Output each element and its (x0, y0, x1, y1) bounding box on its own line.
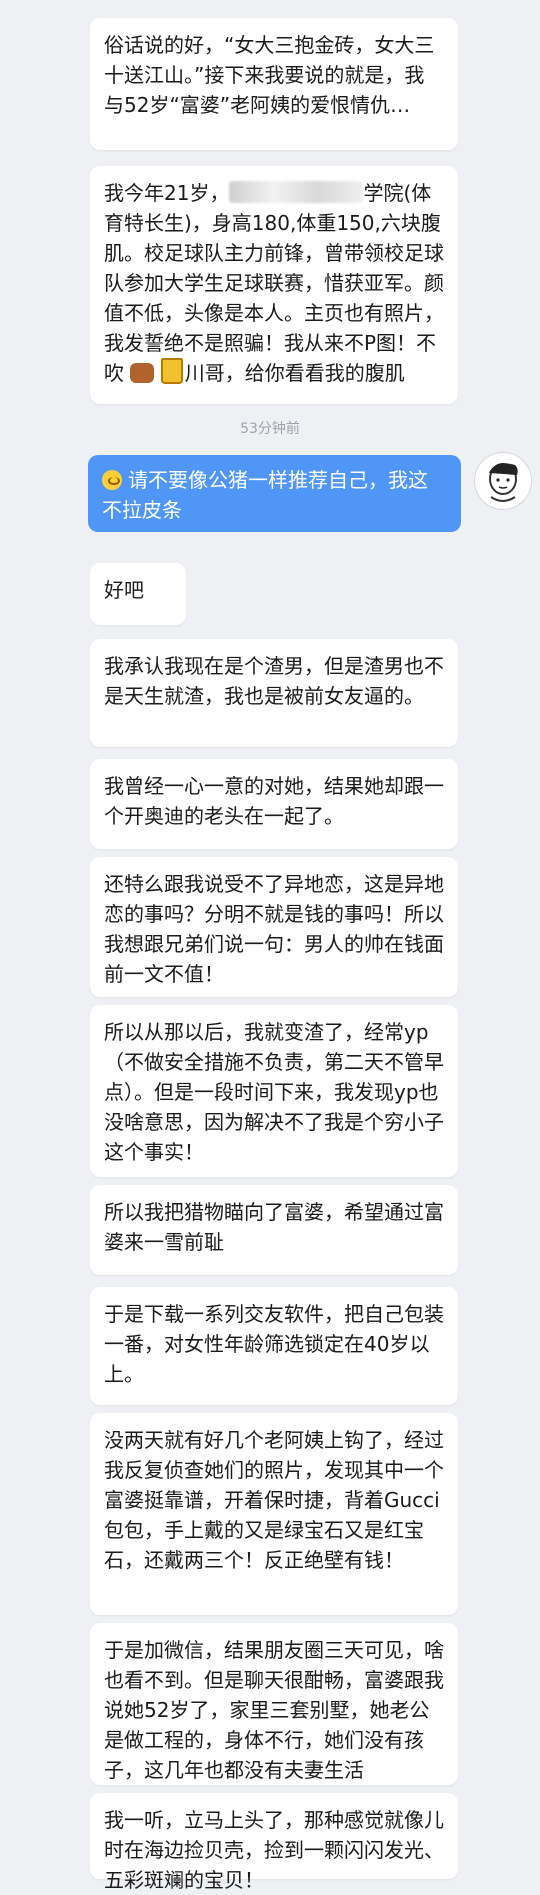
message-text: 于是加微信，结果朋友圈三天可见，啥也看不到。但是聊天很酣畅，富婆跟我说她52岁了… (104, 1638, 444, 1782)
message-bubble-10: 没两天就有好几个老阿姨上钩了，经过我反复侦查她们的照片，发现其中一个富婆挺靠谱，… (90, 1413, 458, 1615)
redacted-text (229, 181, 364, 203)
beer-emoji-icon (160, 358, 183, 384)
message-text: 所以我把猎物瞄向了富婆，希望通过富婆来一雪前耻 (104, 1200, 444, 1254)
message-text-mid: 川哥，给你看看我的腹肌 (184, 361, 405, 385)
cow-emoji-icon (130, 363, 155, 383)
message-text: 我一听，立马上头了，那种感觉就像儿时在海边捡贝壳，捡到一颗闪闪发光、五彩斑斓的宝… (104, 1808, 444, 1892)
message-bubble-8: 所以我把猎物瞄向了富婆，希望通过富婆来一雪前耻 (90, 1185, 458, 1275)
message-text: 俗话说的好，“女大三抱金砖，女大三十送江山。”接下来我要说的就是，我与52岁“富… (104, 33, 435, 117)
message-bubble-3: 好吧 (90, 563, 186, 625)
message-bubble-2: 我今年21岁， 学院(体育特长生)，身高180,体重150,六块腹肌。校足球队主力… (90, 166, 458, 404)
sweat-emoji-icon (102, 470, 122, 490)
message-bubble-4: 我承认我现在是个渣男，但是渣男也不是天生就渣，我也是被前女友逼的。 (90, 639, 458, 747)
message-text: 所以从那以后，我就变渣了，经常yp（不做安全措施不负责，第二天不管早点）。但是一… (104, 1020, 444, 1164)
avatar-icon[interactable] (474, 452, 532, 510)
message-bubble-1: 俗话说的好，“女大三抱金砖，女大三十送江山。”接下来我要说的就是，我与52岁“富… (90, 18, 458, 150)
message-text-suffix: 学院(体育特长生)，身高180,体重150,六块腹肌。校足球队主力前锋，曾带领校… (104, 181, 444, 385)
message-text: 好吧 (104, 578, 144, 602)
timestamp: 53分钟前 (240, 421, 300, 437)
message-bubble-11: 于是加微信，结果朋友圈三天可见，啥也看不到。但是聊天很酣畅，富婆跟我说她52岁了… (90, 1623, 458, 1785)
message-text-prefix: 我今年21岁， (104, 181, 230, 205)
message-text: 没两天就有好几个老阿姨上钩了，经过我反复侦查她们的照片，发现其中一个富婆挺靠谱，… (104, 1428, 444, 1572)
avatar-sketch (489, 463, 518, 502)
my-message-bubble: 请不要像公猪一样推荐自己，我这不拉皮条 (88, 455, 461, 532)
message-text: 于是下载一系列交友软件，把自己包装一番，对女性年龄筛选锁定在40岁以上。 (104, 1302, 444, 1386)
message-bubble-6: 还特么跟我说受不了异地恋，这是异地恋的事吗？分明不就是钱的事吗！所以我想跟兄弟们… (90, 857, 458, 997)
message-text: 我曾经一心一意的对她，结果她却跟一个开奥迪的老头在一起了。 (104, 774, 444, 828)
message-text: 我今年21岁， 学院(体育特长生)，身高180,体重150,六块腹肌。校足球队主力… (104, 178, 444, 388)
message-bubble-5: 我曾经一心一意的对她，结果她却跟一个开奥迪的老头在一起了。 (90, 759, 458, 849)
message-text: 还特么跟我说受不了异地恋，这是异地恋的事吗？分明不就是钱的事吗！所以我想跟兄弟们… (104, 872, 444, 986)
message-bubble-9: 于是下载一系列交友软件，把自己包装一番，对女性年龄筛选锁定在40岁以上。 (90, 1287, 458, 1405)
my-message-text: 请不要像公猪一样推荐自己，我这不拉皮条 (102, 468, 428, 522)
message-bubble-7: 所以从那以后，我就变渣了，经常yp（不做安全措施不负责，第二天不管早点）。但是一… (90, 1005, 458, 1177)
message-text: 我承认我现在是个渣男，但是渣男也不是天生就渣，我也是被前女友逼的。 (104, 654, 444, 708)
message-bubble-12: 我一听，立马上头了，那种感觉就像儿时在海边捡贝壳，捡到一颗闪闪发光、五彩斑斓的宝… (90, 1793, 458, 1892)
